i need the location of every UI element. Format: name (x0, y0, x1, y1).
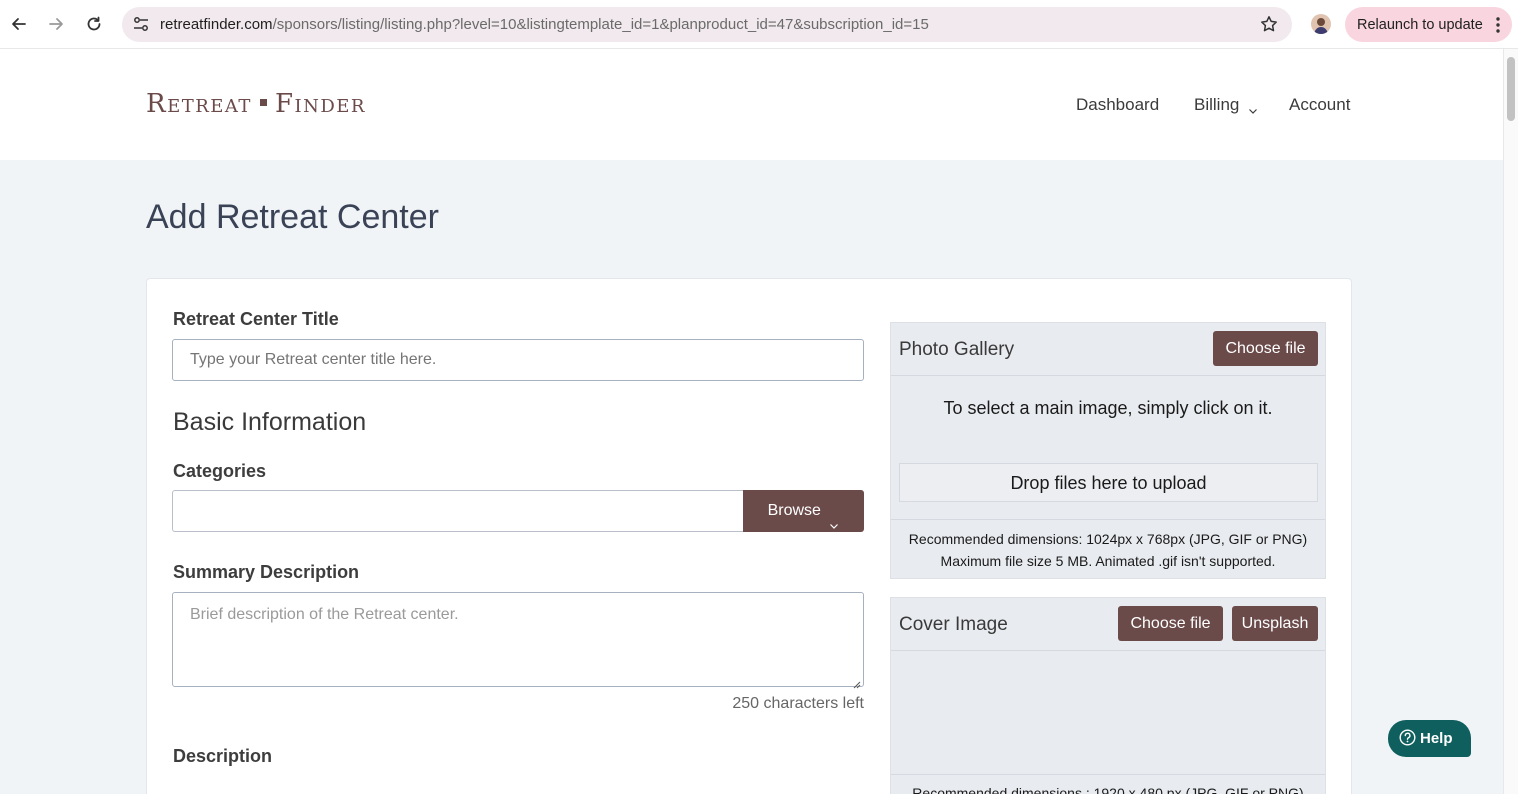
photo-gallery-header: Photo Gallery Choose file (891, 323, 1325, 376)
chars-left-counter: 250 characters left (732, 695, 864, 712)
resize-handle-icon[interactable] (853, 676, 861, 689)
question-circle-icon (1399, 729, 1416, 746)
title-input[interactable] (172, 339, 864, 381)
gallery-instruction: To select a main image, simply click on … (943, 398, 1273, 418)
categories-input[interactable] (172, 490, 744, 532)
photo-gallery-title: Photo Gallery (899, 339, 1015, 360)
url-text: retreatfinder.com/sponsors/listing/listi… (160, 16, 929, 33)
reload-icon[interactable] (82, 12, 106, 36)
site-header: Retreat Finder Dashboard Billing Account (0, 49, 1503, 160)
gallery-note: Recommended dimensions: 1024px x 768px (… (891, 519, 1325, 572)
cover-image-panel: Cover Image Choose file Unsplash Recomme… (890, 597, 1326, 794)
gallery-choose-file-button[interactable]: Choose file (1213, 331, 1318, 366)
forward-icon[interactable] (44, 12, 68, 36)
profile-avatar[interactable] (1311, 14, 1331, 34)
browser-toolbar: retreatfinder.com/sponsors/listing/listi… (0, 0, 1518, 49)
summary-placeholder: Brief description of the Retreat center. (190, 606, 459, 623)
chevron-down-icon (829, 506, 839, 529)
back-icon[interactable] (7, 12, 31, 36)
categories-label: Categories (173, 461, 267, 481)
basic-info-heading: Basic Information (173, 408, 367, 436)
summary-textarea[interactable]: Brief description of the Retreat center. (172, 592, 864, 689)
logo-separator (259, 99, 267, 106)
title-label: Retreat Center Title (173, 309, 339, 329)
browse-label: Browse (767, 502, 821, 519)
chevron-down-icon (1248, 101, 1258, 114)
relaunch-button[interactable]: Relaunch to update (1345, 7, 1512, 42)
cover-image-header: Cover Image Choose file Unsplash (891, 598, 1325, 651)
nav-dashboard[interactable]: Dashboard (1076, 95, 1159, 115)
cover-note: Recommended dimensions : 1920 x 480 px (… (891, 774, 1325, 794)
summary-label: Summary Description (173, 562, 360, 582)
bookmark-star-icon[interactable] (1260, 15, 1278, 33)
photo-gallery-panel: Photo Gallery Choose file To select a ma… (890, 322, 1326, 579)
description-label: Description (173, 746, 273, 766)
gallery-dropzone[interactable]: Drop files here to upload (899, 463, 1318, 502)
logo-text-right: Finder (274, 89, 366, 119)
nav-billing-label: Billing (1194, 95, 1240, 114)
site-logo[interactable]: Retreat Finder (146, 89, 366, 119)
page-scrollbar-thumb[interactable] (1507, 57, 1515, 121)
browse-button[interactable]: Browse (743, 490, 864, 532)
address-bar[interactable]: retreatfinder.com/sponsors/listing/listi… (122, 7, 1292, 42)
nav-account[interactable]: Account (1289, 95, 1350, 115)
help-button[interactable]: Help (1388, 720, 1471, 757)
gallery-note-filesize: Maximum file size 5 MB. Animated .gif is… (940, 553, 1276, 569)
gallery-note-dimensions: Recommended dimensions: 1024px x 768px (… (908, 531, 1308, 547)
help-label: Help (1420, 730, 1453, 747)
page-title: Add Retreat Center (146, 198, 439, 236)
cover-image-title: Cover Image (899, 614, 1008, 635)
nav-billing[interactable]: Billing (1194, 95, 1258, 115)
site-settings-icon[interactable] (132, 15, 150, 33)
more-options-icon[interactable] (1496, 17, 1500, 33)
unsplash-button[interactable]: Unsplash (1232, 606, 1318, 641)
cover-choose-file-button[interactable]: Choose file (1118, 606, 1223, 641)
page-scrollbar-track[interactable] (1503, 49, 1518, 794)
relaunch-label: Relaunch to update (1357, 17, 1483, 33)
logo-text-left: Retreat (146, 89, 252, 119)
